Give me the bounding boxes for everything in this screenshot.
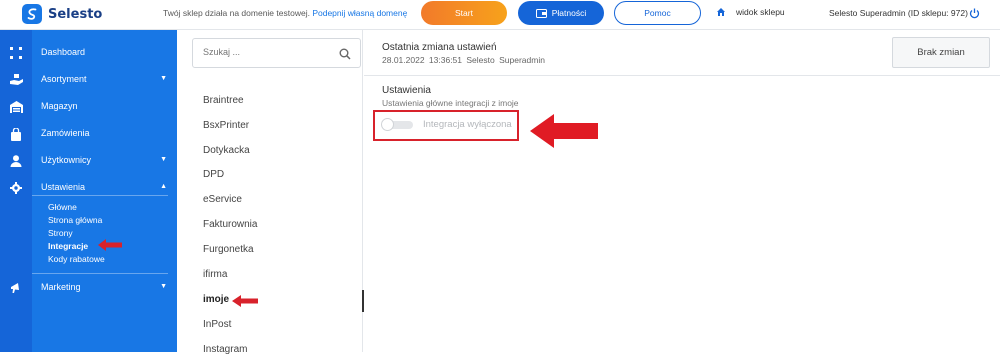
chevron-down-icon[interactable]: ▼ xyxy=(160,75,167,82)
sidebar-divider xyxy=(32,273,168,274)
icon-rail xyxy=(0,30,32,352)
settings-section-subtitle: Ustawienia główne integracji z imoje xyxy=(382,98,519,108)
shop-view-link[interactable]: widok sklepu xyxy=(716,7,785,17)
home-icon xyxy=(717,8,725,16)
integration-item[interactable]: BsxPrinter xyxy=(203,120,249,131)
last-change-title: Ostatnia zmiana ustawień xyxy=(382,42,497,53)
last-change-date: 28.01.2022 xyxy=(382,55,425,65)
integration-item-active[interactable]: imoje xyxy=(203,294,229,305)
brand-name: Selesto xyxy=(48,6,103,22)
chevron-up-icon[interactable]: ▲ xyxy=(160,183,167,190)
integration-item[interactable]: Fakturownia xyxy=(203,219,257,230)
sidebar-item-magazyn[interactable]: Magazyn xyxy=(41,101,78,111)
search-icon[interactable] xyxy=(339,47,351,65)
hand-box-icon[interactable] xyxy=(9,73,23,87)
last-change-meta: 28.01.2022 13:36:51 Selesto Superadmin xyxy=(382,55,545,65)
brand-logo[interactable]: Selesto xyxy=(22,2,102,26)
integration-item[interactable]: Dotykacka xyxy=(203,145,250,156)
shop-view-label: widok sklepu xyxy=(736,7,785,17)
main-content: Ostatnia zmiana ustawień 28.01.2022 13:3… xyxy=(364,30,1000,352)
integration-item[interactable]: Furgonetka xyxy=(203,244,254,255)
sidebar-sub-strona-glowna[interactable]: Strona główna xyxy=(48,215,102,225)
integration-item[interactable]: Braintree xyxy=(203,95,244,106)
highlight-arrow-icon xyxy=(232,295,258,307)
no-changes-button[interactable]: Brak zmian xyxy=(892,37,990,68)
sidebar-item-asortyment[interactable]: Asortyment xyxy=(41,74,87,84)
attach-domain-link[interactable]: Podepnij własną domenę xyxy=(312,8,407,18)
bag-icon[interactable] xyxy=(9,127,23,141)
integration-toggle[interactable] xyxy=(381,118,413,131)
sidebar-divider xyxy=(32,195,168,196)
toggle-knob[interactable] xyxy=(381,118,394,131)
grid-icon[interactable] xyxy=(9,46,23,60)
top-bar: Selesto Twój sklep działa na domenie tes… xyxy=(0,0,1000,30)
sidebar-item-uzytkownicy[interactable]: Użytkownicy xyxy=(41,155,91,165)
integration-item[interactable]: eService xyxy=(203,194,242,205)
last-change-time: 13:36:51 xyxy=(428,55,463,65)
header-divider xyxy=(364,75,1000,76)
megaphone-icon[interactable] xyxy=(9,281,23,295)
last-change-user: Selesto Superadmin xyxy=(466,55,545,65)
help-button[interactable]: Pomoc xyxy=(614,1,701,25)
sidebar-sub-glowne[interactable]: Główne xyxy=(48,202,77,212)
user-icon[interactable] xyxy=(9,154,23,168)
integrations-panel: Braintree BsxPrinter Dotykacka DPD eServ… xyxy=(177,30,363,355)
sidebar-item-dashboard[interactable]: Dashboard xyxy=(41,47,85,57)
sidebar-sub-kody-rabatowe[interactable]: Kody rabatowe xyxy=(48,254,105,264)
payments-label: Płatności xyxy=(551,8,587,18)
gear-icon[interactable] xyxy=(9,181,23,195)
settings-section-title: Ustawienia xyxy=(382,85,431,96)
sidebar-item-marketing[interactable]: Marketing xyxy=(41,282,81,292)
integration-item[interactable]: InPost xyxy=(203,319,231,330)
integration-item[interactable]: Instagram xyxy=(203,344,247,355)
sidebar: Dashboard Asortyment ▼ Magazyn Zamówieni… xyxy=(32,30,177,352)
chevron-down-icon[interactable]: ▼ xyxy=(160,156,167,163)
start-button[interactable]: Start xyxy=(421,1,507,25)
test-domain-notice: Twój sklep działa na domenie testowej. P… xyxy=(163,8,407,18)
sidebar-item-zamowienia[interactable]: Zamówienia xyxy=(41,128,90,138)
sidebar-sub-strony[interactable]: Strony xyxy=(48,228,73,238)
search-box[interactable] xyxy=(192,38,361,68)
sidebar-item-ustawienia[interactable]: Ustawienia xyxy=(41,182,85,192)
integration-item[interactable]: DPD xyxy=(203,169,224,180)
selesto-logo-icon xyxy=(22,4,42,24)
logout-icon[interactable] xyxy=(969,6,980,24)
chevron-down-icon[interactable]: ▼ xyxy=(160,283,167,290)
highlight-arrow-icon xyxy=(98,239,122,251)
payments-button[interactable]: Płatności xyxy=(518,1,604,25)
highlight-arrow-icon xyxy=(530,114,598,148)
search-input[interactable] xyxy=(203,47,333,57)
wallet-icon xyxy=(535,9,547,18)
integration-item[interactable]: ifirma xyxy=(203,269,227,280)
sidebar-sub-integracje[interactable]: Integracje xyxy=(48,241,88,251)
integration-toggle-highlight: Integracja wyłączona xyxy=(373,110,519,141)
notice-text: Twój sklep działa na domenie testowej. xyxy=(163,8,310,18)
user-info: Selesto Superadmin (ID sklepu: 972) xyxy=(829,8,968,18)
integration-toggle-label: Integracja wyłączona xyxy=(423,119,512,130)
warehouse-icon[interactable] xyxy=(9,100,23,114)
